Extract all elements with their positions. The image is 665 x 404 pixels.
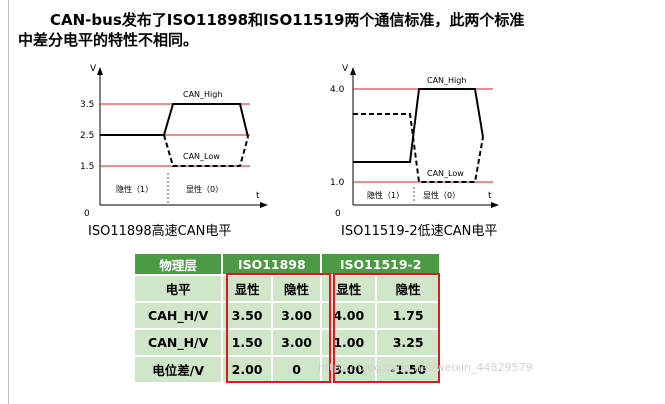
iso11519-level-diagram: V t 0 4.0 1.0 CAN_High CAN_Low 隐性（1） 显性（… (330, 64, 499, 219)
table-header-row: 物理层 ISO11898 ISO11519-2 (132, 252, 441, 276)
y-axis-arrow (350, 67, 356, 75)
can-low-label: CAN_Low (427, 169, 464, 178)
can-high-label: CAN_High (427, 76, 466, 85)
can-high-waveform (100, 103, 249, 138)
iso11519-caption: ISO11519-2低速CAN电平 (341, 224, 498, 239)
header-iso11519: ISO11519-2 (320, 252, 441, 276)
highlight-box-iso11898 (226, 273, 331, 383)
can-high-label: CAN_High (183, 90, 222, 99)
heading-line-1: CAN-bus发布了ISO11898和ISO11519两个通信标准，此两个标准 (50, 11, 525, 29)
dominant-state-label: 显性（0） (186, 184, 223, 194)
axis-t-label: t (256, 191, 260, 201)
table-cell: CAN_H/V (132, 328, 224, 357)
recessive-state-label: 隐性（1） (116, 184, 153, 194)
header-physical-layer: 物理层 (132, 252, 224, 276)
table-cell: 电平 (132, 274, 224, 303)
tick-label-2-5: 2.5 (80, 131, 94, 141)
can-high-waveform (353, 88, 484, 163)
origin-label: 0 (335, 209, 341, 219)
y-axis-arrow (97, 67, 103, 75)
table-cell: 电位差/V (132, 355, 224, 384)
table-cell: CAH_H/V (132, 301, 224, 330)
heading-line-2: 中差分电平的特性不相同。 (18, 31, 199, 49)
origin-label: 0 (84, 209, 90, 219)
tick-label-4-0: 4.0 (330, 85, 345, 95)
header-iso11898: ISO11898 (221, 252, 323, 276)
iso11898-level-diagram: V t 0 3.5 2.5 1.5 CAN_High CAN_Low 隐性（1）… (80, 64, 268, 219)
tick-label-1-0: 1.0 (330, 178, 345, 188)
x-axis-arrow (260, 202, 268, 208)
tick-label-1-5: 1.5 (80, 162, 94, 172)
page-left-border (8, 0, 9, 404)
dominant-state-label: 显性（0） (423, 190, 460, 200)
axis-v-label: V (342, 64, 349, 74)
recessive-state-label: 隐性（1） (367, 190, 404, 200)
iso11898-caption: ISO11898高速CAN电平 (88, 224, 232, 239)
can-low-label: CAN_Low (183, 152, 220, 161)
axis-v-label: V (90, 64, 97, 74)
watermark: https://blog.csdn.net/weixin_44829579 (318, 361, 533, 374)
tick-label-3-5: 3.5 (80, 100, 94, 110)
can-low-waveform (163, 134, 249, 167)
heading: CAN-bus发布了ISO11898和ISO11519两个通信标准，此两个标准 … (18, 10, 648, 50)
x-axis-arrow (491, 202, 499, 208)
axis-t-label: t (488, 191, 492, 201)
